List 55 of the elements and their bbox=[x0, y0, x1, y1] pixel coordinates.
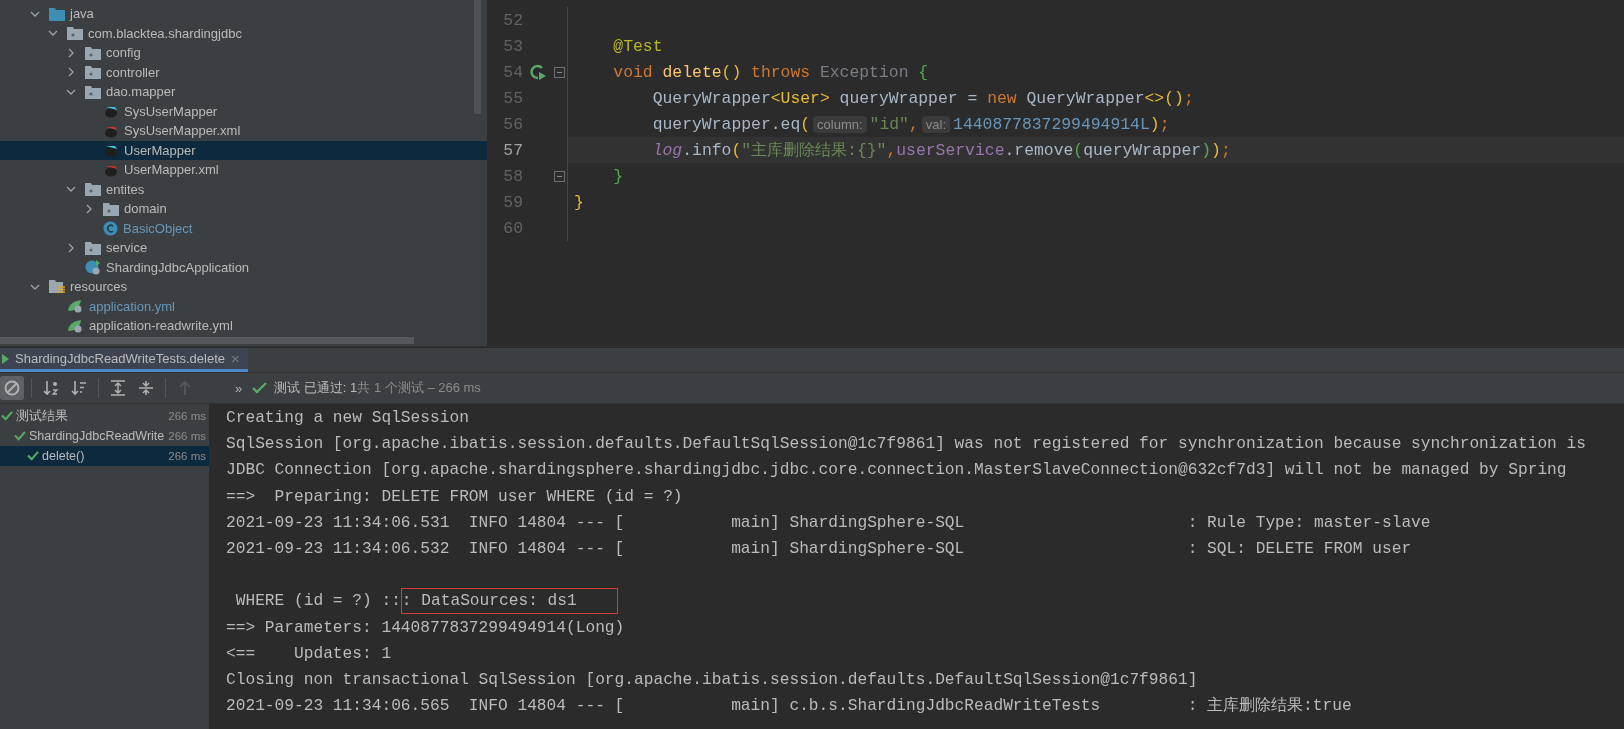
code-line: @Test bbox=[612, 36, 663, 56]
file-tree-item[interactable]: ShardingJdbcApplication bbox=[106, 259, 250, 275]
test-item[interactable]: ShardingJdbcReadWrite bbox=[29, 429, 166, 443]
line-number: 57 bbox=[502, 140, 524, 160]
test-item[interactable]: delete() bbox=[42, 449, 166, 463]
file-tree-item[interactable]: entites bbox=[106, 181, 145, 197]
file-tree-item[interactable]: domain bbox=[124, 201, 167, 217]
test-summary: 共 1 个测试 – 266 ms bbox=[357, 379, 481, 397]
console-text: WHERE (id = ?) :: bbox=[234, 592, 401, 611]
file-tree-item[interactable]: com.blacktea.shardingjdbc bbox=[88, 25, 242, 41]
console-line: 2021-09-23 11:34:06.532 INFO 14804 --- [ main] ShardingSphere-SQL : SQL: DELETE FROM user bbox=[226, 538, 1413, 560]
console-line: Creating a new SqlSession bbox=[226, 408, 470, 429]
file-tree-item[interactable]: dao.mapper bbox=[106, 84, 176, 100]
file-tree-item[interactable]: application.yml bbox=[89, 298, 175, 314]
file-tree-item[interactable]: resources bbox=[70, 279, 128, 295]
line-number: 56 bbox=[502, 114, 524, 134]
test-item[interactable]: 测试结果 bbox=[16, 407, 166, 425]
console-text: : DataSources: ds1 bbox=[400, 588, 618, 615]
file-tree-item[interactable]: BasicObject bbox=[123, 220, 193, 236]
console-line: 2021-09-23 11:34:06.531 INFO 14804 --- [ main] ShardingSphere-SQL : Rule Type: master-slave bbox=[226, 512, 1432, 534]
file-tree-item[interactable]: application-readwrite.yml bbox=[89, 318, 233, 334]
file-tree-item[interactable]: java bbox=[70, 6, 94, 22]
line-number: 55 bbox=[502, 88, 524, 108]
line-number: 58 bbox=[502, 166, 524, 186]
line-number: 54 bbox=[502, 62, 524, 82]
file-tree-item[interactable]: service bbox=[106, 240, 148, 256]
console-line: ==> Parameters: 1440877837299494914(Long) bbox=[226, 617, 626, 639]
file-tree-item[interactable]: UserMapper bbox=[124, 142, 196, 158]
console-line: JDBC Connection [org.apache.shardingsphere.shardingjdbc.jdbc.core.connection.MasterSlaveConnection@632cf7d3] will not be managed by Spring bbox=[226, 460, 1568, 482]
run-tab[interactable]: ShardingJdbcReadWriteTests.delete × bbox=[0, 348, 248, 372]
line-number: 53 bbox=[502, 36, 524, 56]
test-duration: 266 ms bbox=[168, 410, 206, 422]
console-line: SqlSession [org.apache.ibatis.session.defaults.DefaultSqlSession@1c7f9861] was not registered for synchronization because synchronization is bbox=[226, 434, 1587, 456]
console-line: ==> Preparing: DELETE FROM user WHERE (id = ?) bbox=[226, 486, 684, 508]
code-line: QueryWrapper<User> queryWrapper = new QueryWrapper<>(); bbox=[651, 88, 1194, 108]
console-line: <== Updates: 1 bbox=[226, 643, 393, 665]
test-status: 测试 已通过: 1 bbox=[274, 379, 358, 397]
line-number: 60 bbox=[502, 218, 524, 238]
code-line: } bbox=[612, 166, 624, 186]
file-tree-item[interactable]: SysUserMapper.xml bbox=[124, 123, 241, 139]
file-tree-item[interactable]: config bbox=[106, 45, 141, 61]
more-button[interactable]: » bbox=[235, 380, 243, 396]
code-line: void delete() throws Exception { bbox=[612, 62, 929, 82]
test-duration: 266 ms bbox=[168, 450, 206, 462]
line-number: 52 bbox=[502, 10, 524, 30]
test-duration: 266 ms bbox=[168, 430, 206, 442]
code-line: } bbox=[574, 192, 584, 212]
file-tree-item[interactable]: controller bbox=[106, 64, 160, 80]
line-number: 59 bbox=[502, 192, 524, 212]
code-line: queryWrapper.eq( column: "id", val: 1440877837299494914L); bbox=[651, 114, 1170, 134]
code-line: log.info("主库删除结果:{}",userService.remove(queryWrapper)); bbox=[651, 139, 1231, 161]
file-tree-item[interactable]: SysUserMapper bbox=[124, 103, 218, 119]
console-line: 2021-09-23 11:34:06.565 INFO 14804 --- [ main] c.b.s.ShardingJdbcReadWriteTests : 主库删除结果:true bbox=[226, 695, 1353, 718]
console-line: Closing non transactional SqlSession [org.apache.ibatis.session.defaults.DefaultSqlSession@1c7f9861] bbox=[226, 669, 1199, 691]
file-tree-item[interactable]: UserMapper.xml bbox=[124, 162, 219, 178]
